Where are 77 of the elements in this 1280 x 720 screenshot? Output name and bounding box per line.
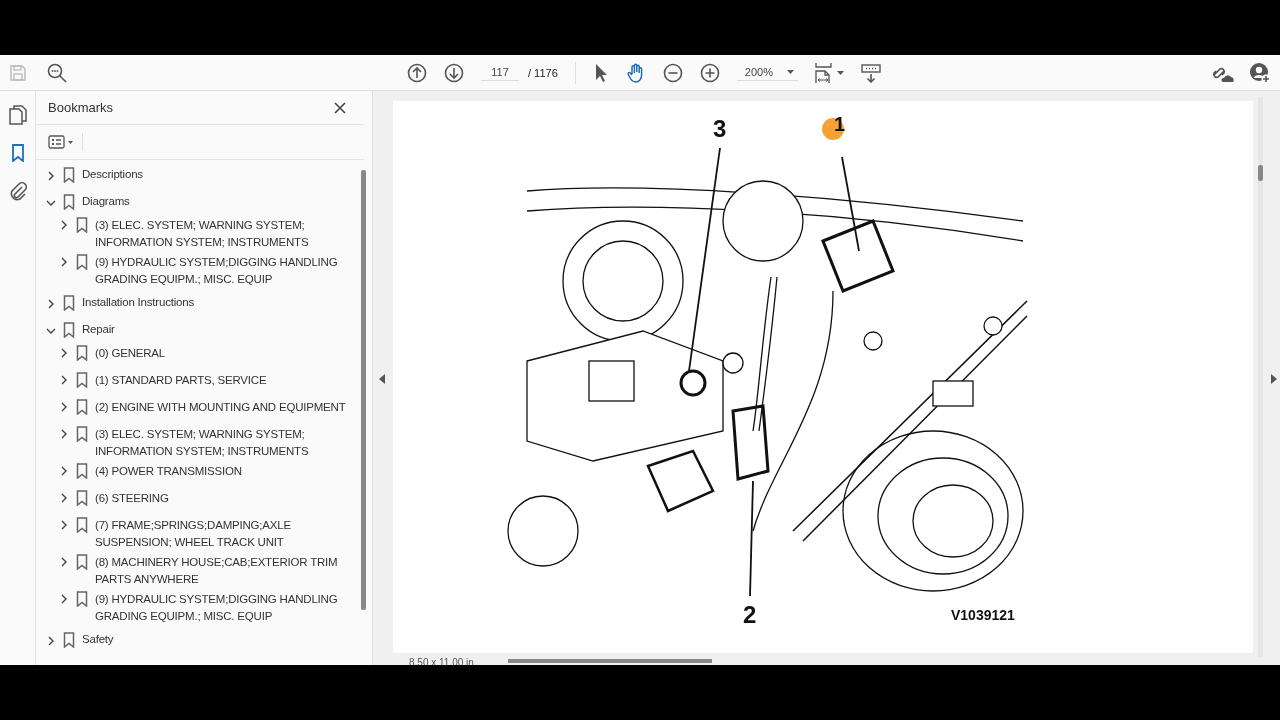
collapse-chevron-icon[interactable] <box>46 198 56 208</box>
bookmark-icon <box>76 554 88 570</box>
expand-chevron-icon[interactable] <box>59 466 69 476</box>
bookmark-icon <box>63 631 75 648</box>
bookmark-item[interactable]: (2) ENGINE WITH MOUNTING AND EQUIPMENT <box>95 399 346 416</box>
bookmark-item[interactable]: Descriptions <box>82 166 143 183</box>
bookmark-item[interactable]: (6) STEERING <box>95 490 169 507</box>
bookmark-icon <box>76 426 88 442</box>
expand-chevron-icon[interactable] <box>59 375 69 385</box>
add-user-icon[interactable] <box>1249 61 1271 84</box>
search-icon[interactable] <box>47 62 67 83</box>
expand-chevron-icon[interactable] <box>59 594 69 604</box>
expand-chevron-icon[interactable] <box>59 493 69 503</box>
expand-chevron-icon[interactable] <box>46 299 56 309</box>
next-page-icon[interactable] <box>444 62 464 83</box>
bookmark-item[interactable]: (0) GENERAL <box>95 345 165 362</box>
scrollbar[interactable] <box>361 170 366 610</box>
scrollbar[interactable] <box>1258 97 1263 657</box>
zoom-in-icon[interactable] <box>699 62 720 83</box>
expand-chevron-icon[interactable] <box>46 636 56 646</box>
bookmark-icon <box>76 463 88 479</box>
expand-chevron-icon[interactable] <box>59 429 69 439</box>
zoom-dropdown[interactable]: 200% <box>736 64 798 81</box>
fit-page-icon <box>814 61 833 84</box>
bookmark-icon <box>63 321 75 338</box>
close-icon <box>334 101 346 114</box>
collapse-arrow-icon[interactable] <box>378 374 386 384</box>
bookmark-item[interactable]: (8) MACHINERY HOUSE;CAB;EXTERIOR TRIM PARTS ANYWHERE <box>95 554 361 587</box>
zoom-out-icon[interactable] <box>662 62 683 83</box>
bookmark-icon <box>63 193 75 210</box>
bookmark-icon <box>63 294 75 311</box>
bookmark-icon <box>76 591 88 607</box>
bookmark-icon <box>76 490 88 506</box>
expand-arrow-icon[interactable] <box>1270 374 1278 384</box>
expand-chevron-icon[interactable] <box>59 557 69 567</box>
paperclip-icon[interactable] <box>8 181 27 201</box>
scroll-mode-icon[interactable] <box>860 62 881 83</box>
bookmark-icon <box>76 254 88 270</box>
bookmark-item[interactable]: Diagrams <box>82 193 130 210</box>
scrollbar[interactable] <box>507 659 712 663</box>
figure-id: V1039121 <box>951 607 1015 623</box>
previous-page-icon[interactable] <box>407 62 427 83</box>
expand-chevron-icon[interactable] <box>46 171 56 181</box>
bookmark-item[interactable]: (3) ELEC. SYSTEM; WARNING SYSTEM; INFORMATION SYSTEM; INSTRUMENTS <box>95 426 361 459</box>
bookmark-item[interactable]: (4) POWER TRANSMISSION <box>95 463 242 480</box>
expand-chevron-icon[interactable] <box>59 520 69 530</box>
callout-number: 2 <box>743 601 757 629</box>
panel-title: Bookmarks <box>48 100 114 115</box>
collapse-chevron-icon[interactable] <box>46 326 56 336</box>
bookmark-icon <box>76 372 88 388</box>
caret-icon <box>786 70 794 74</box>
bookmark-item[interactable]: (7) FRAME;SPRINGS;DAMPING;AXLE SUSPENSION; WHEEL TRACK UNIT <box>95 517 361 550</box>
bookmark-icon <box>63 166 75 183</box>
close-button[interactable] <box>332 99 348 116</box>
options-button[interactable] <box>48 133 83 151</box>
bookmark-item[interactable]: Installation Instructions <box>82 294 194 311</box>
fit-page-button[interactable] <box>814 61 844 84</box>
pages-icon[interactable] <box>8 105 27 125</box>
expand-chevron-icon[interactable] <box>59 348 69 358</box>
bookmark-icon[interactable] <box>10 144 25 162</box>
bookmark-item[interactable]: (9) HYDRAULIC SYSTEM;DIGGING HANDLING GRADING EQUIPM.; MISC. EQUIP <box>95 254 361 287</box>
bookmark-item[interactable]: Repair <box>82 321 115 338</box>
bookmark-icon <box>76 399 88 415</box>
page-total: / 1176 <box>528 66 558 79</box>
bookmark-item[interactable]: (1) STANDARD PARTS, SERVICE <box>95 372 267 389</box>
caret-icon <box>836 70 844 75</box>
callout-number: 3 <box>713 115 727 143</box>
bookmark-icon <box>76 345 88 361</box>
page-number-field[interactable]: 117 <box>481 64 519 81</box>
expand-chevron-icon[interactable] <box>59 257 69 267</box>
bookmark-item[interactable]: Safety <box>82 631 114 648</box>
bookmark-icon <box>76 517 88 533</box>
bookmark-icon <box>76 217 88 233</box>
expand-chevron-icon[interactable] <box>59 220 69 230</box>
expand-chevron-icon[interactable] <box>59 402 69 412</box>
bookmark-item[interactable]: (9) HYDRAULIC SYSTEM;DIGGING HANDLING GRADING EQUIPM.; MISC. EQUIP <box>95 591 361 624</box>
bookmark-item[interactable]: (3) ELEC. SYSTEM; WARNING SYSTEM; INFORMATION SYSTEM; INSTRUMENTS <box>95 217 361 250</box>
